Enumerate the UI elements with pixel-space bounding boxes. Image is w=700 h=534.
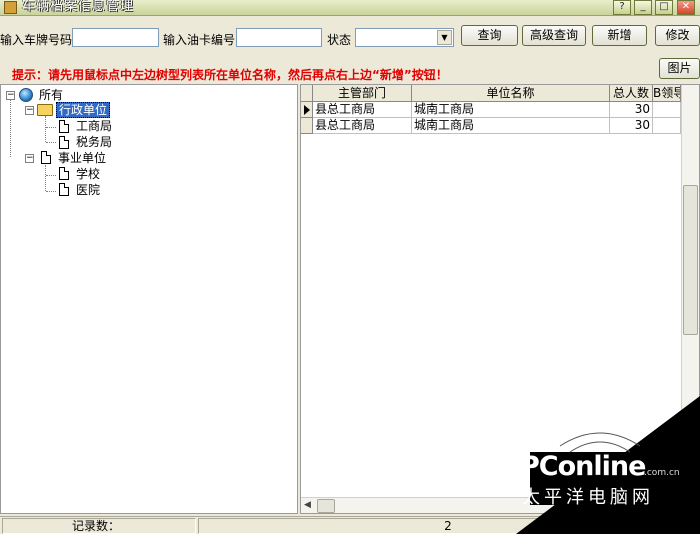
grid-corner (301, 85, 313, 102)
app-icon (4, 1, 17, 14)
table-cell[interactable]: 城南工商局 (412, 118, 610, 134)
table-cell[interactable] (653, 118, 681, 134)
document-icon (41, 151, 51, 164)
tree-connector (45, 165, 46, 191)
table-cell[interactable]: 30 (610, 118, 653, 134)
card-label: 输入油卡编号 (163, 33, 236, 47)
close-button[interactable]: ✕ (677, 0, 695, 15)
tree-connector (10, 99, 11, 157)
table-cell[interactable]: 30 (610, 102, 653, 118)
window-title: 车辆档案信息管理 (22, 0, 135, 14)
record-count-value: 2 (198, 518, 698, 534)
document-icon (59, 136, 69, 149)
query-button[interactable]: 查询 (461, 25, 518, 46)
advanced-query-button[interactable]: 高级查询 (522, 25, 586, 46)
open-folder-icon (37, 104, 53, 116)
minimize-button[interactable]: _ (634, 0, 652, 15)
status-label: 状态 (327, 33, 352, 47)
tree-leaf-label[interactable]: 医院 (76, 183, 100, 198)
vertical-scrollbar[interactable] (681, 85, 699, 497)
tree-group-label[interactable]: 行政单位 (56, 102, 111, 118)
record-count-label: 记录数： (2, 518, 196, 534)
scrollbar-thumb[interactable] (683, 185, 698, 335)
tree-leaf-label[interactable]: 学校 (76, 167, 100, 182)
tree-leaf-label[interactable]: 税务局 (76, 135, 112, 150)
grid-header[interactable]: B领导 (653, 85, 681, 102)
table-cell[interactable]: 县总工商局 (313, 102, 412, 118)
tree-connector (45, 116, 46, 142)
row-indicator[interactable] (301, 118, 313, 134)
collapse-icon[interactable]: − (6, 91, 15, 100)
help-button[interactable]: ? (613, 0, 631, 15)
tree-root-label[interactable]: 所有 (39, 88, 63, 103)
main-window: 车辆档案信息管理 ? _ □ ✕ 输入车牌号码 输入油卡编号 状态 ▼ 查询 高… (0, 0, 700, 534)
document-icon (59, 167, 69, 180)
status-select[interactable]: ▼ (355, 28, 454, 47)
globe-icon (19, 88, 33, 102)
watermark-domain: .com.cn (644, 468, 680, 478)
tree-leaf-label[interactable]: 工商局 (76, 119, 112, 134)
document-icon (59, 120, 69, 133)
tree-group-label-text: 行政单位 (56, 102, 111, 118)
tree-connector (46, 191, 56, 192)
table-cell[interactable]: 县总工商局 (313, 118, 412, 134)
collapse-icon[interactable]: − (25, 106, 34, 115)
card-input[interactable] (236, 28, 322, 47)
title-bar[interactable]: 车辆档案信息管理 ? _ □ ✕ (0, 0, 700, 16)
hint-text: 提示：请先用鼠标点中左边树型列表所在单位名称，然后再点右上边“新增”按钮！ (12, 68, 448, 82)
grid-header[interactable]: 主管部门 (313, 85, 412, 102)
maximize-button[interactable]: □ (655, 0, 673, 15)
unit-grid[interactable]: 主管部门 单位名称 总人数 B领导 县总工商局 城南工商局 30 县总工商局 城… (300, 84, 700, 514)
table-cell[interactable]: 城南工商局 (412, 102, 610, 118)
tree-connector (46, 142, 56, 143)
row-indicator[interactable] (301, 102, 313, 118)
tree-group-label[interactable]: 事业单位 (58, 151, 106, 166)
chevron-down-icon[interactable]: ▼ (437, 30, 452, 45)
unit-tree[interactable]: − 所有 − 行政单位 工商局 税务局 − 事业单位 学校 医院 (0, 84, 298, 514)
scrollbar-thumb[interactable] (317, 499, 335, 513)
document-icon (59, 183, 69, 196)
current-row-icon (304, 105, 310, 115)
tree-connector (46, 175, 56, 176)
watermark-cn: 太平洋电脑网 (522, 487, 654, 508)
collapse-icon[interactable]: − (25, 154, 34, 163)
tree-connector (46, 127, 56, 128)
edit-button[interactable]: 修改 (655, 25, 700, 46)
grid-header[interactable]: 单位名称 (412, 85, 610, 102)
add-button[interactable]: 新增 (592, 25, 647, 46)
grid-header[interactable]: 总人数 (610, 85, 653, 102)
plate-input[interactable] (72, 28, 159, 47)
table-cell[interactable] (653, 102, 681, 118)
scroll-left-icon[interactable]: ◀ (304, 500, 311, 510)
status-bar: 记录数： 2 (0, 516, 700, 534)
plate-label: 输入车牌号码 (0, 33, 73, 47)
watermark-brand: PConline (520, 451, 646, 482)
picture-button[interactable]: 图片 (659, 58, 700, 79)
